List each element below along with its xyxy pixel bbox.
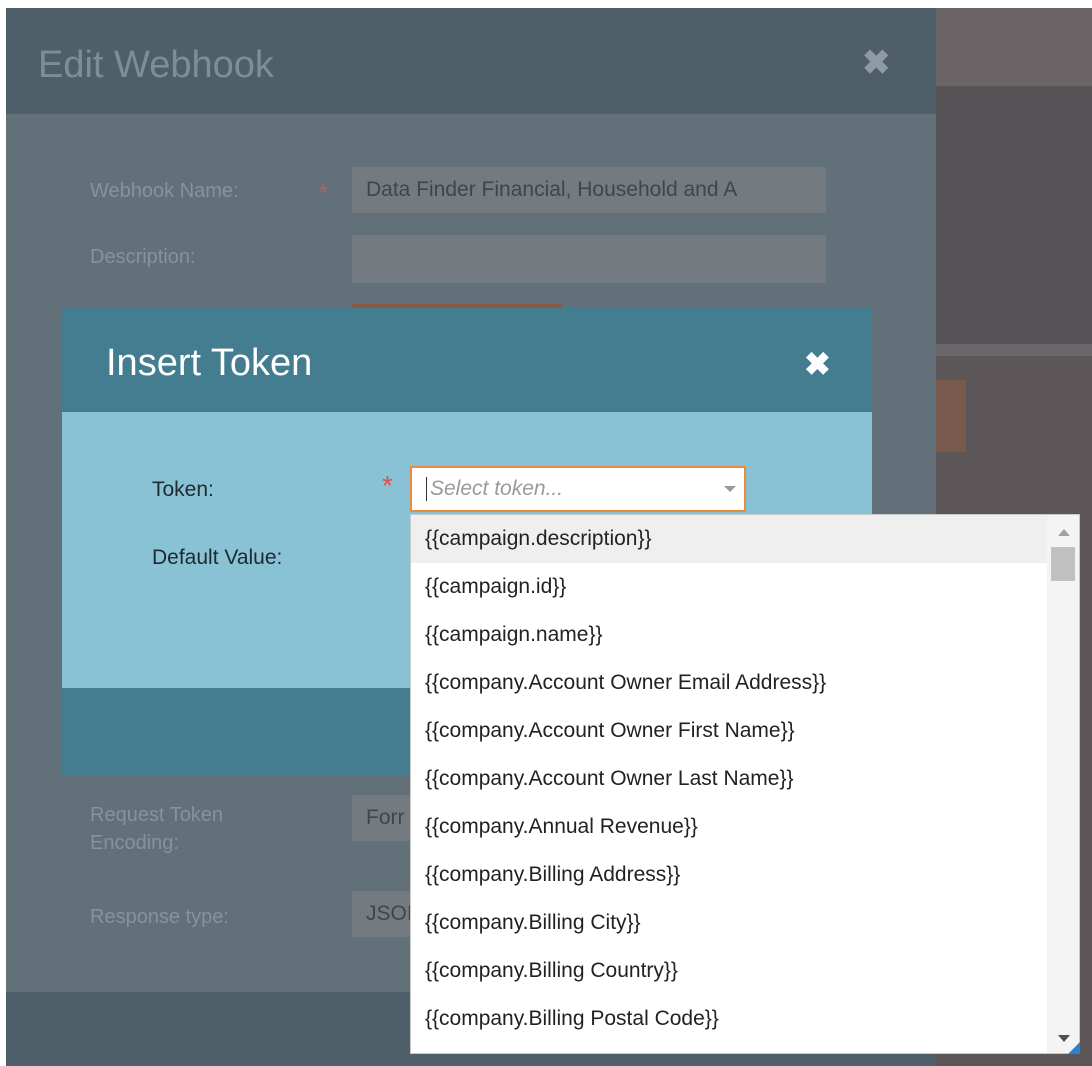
response-type-select[interactable]: JSOI bbox=[352, 891, 412, 937]
insert-token-header: Insert Token ✖ bbox=[62, 308, 872, 412]
token-option[interactable]: {{campaign.description}} bbox=[411, 515, 1047, 563]
token-option[interactable]: {{campaign.name}} bbox=[411, 611, 1047, 659]
request-token-encoding-select[interactable]: Forr bbox=[352, 795, 412, 841]
background-button bbox=[936, 380, 966, 452]
token-label: Token: bbox=[152, 478, 214, 501]
token-dropdown: {{campaign.description}} {{campaign.id}}{… bbox=[410, 514, 1080, 1054]
background-divider bbox=[936, 344, 1092, 356]
required-star: * bbox=[382, 470, 393, 501]
token-option[interactable]: {{company.Annual Revenue}} bbox=[411, 803, 1047, 851]
scrollbar-thumb[interactable] bbox=[1051, 547, 1075, 581]
scroll-down-icon[interactable] bbox=[1058, 1035, 1070, 1042]
edit-webhook-header: Edit Webhook ✖ bbox=[6, 8, 936, 114]
request-token-encoding-label-line1: Request Token bbox=[90, 804, 224, 826]
token-select[interactable]: Select token... bbox=[410, 466, 746, 512]
token-option[interactable]: {{company.Account Owner First Name}} bbox=[411, 707, 1047, 755]
token-option[interactable]: {{company.Account Owner Email Address}} bbox=[411, 659, 1047, 707]
resize-grip-icon[interactable] bbox=[1068, 1042, 1080, 1054]
token-select-placeholder: Select token... bbox=[430, 477, 564, 500]
token-option[interactable]: {{campaign.id}} bbox=[411, 563, 1047, 611]
response-type-label: Response type: bbox=[90, 906, 229, 928]
required-star: * bbox=[318, 178, 329, 208]
edit-webhook-title: Edit Webhook bbox=[38, 44, 274, 86]
close-icon[interactable]: ✖ bbox=[804, 348, 831, 380]
webhook-name-label: Webhook Name: bbox=[90, 180, 239, 202]
scroll-up-icon[interactable] bbox=[1058, 529, 1070, 536]
background-header-band bbox=[936, 8, 1092, 86]
text-cursor bbox=[426, 477, 427, 501]
default-value-label: Default Value: bbox=[152, 546, 283, 569]
request-token-encoding-label-line2: Encoding: bbox=[90, 832, 179, 854]
token-option[interactable]: {{company.Billing Country}} bbox=[411, 947, 1047, 995]
token-option[interactable]: {{company.Billing City}} bbox=[411, 899, 1047, 947]
chevron-down-icon[interactable] bbox=[724, 486, 736, 492]
token-option[interactable]: {{company.Billing Postal Code}} bbox=[411, 995, 1047, 1043]
description-input[interactable] bbox=[352, 235, 826, 283]
token-option[interactable]: {{company.Billing Address}} bbox=[411, 851, 1047, 899]
insert-token-title: Insert Token bbox=[106, 342, 313, 384]
token-option[interactable]: {{company.Account Owner Last Name}} bbox=[411, 755, 1047, 803]
token-option-list: {{campaign.description}} {{campaign.id}}{… bbox=[411, 515, 1047, 1043]
close-icon[interactable]: ✖ bbox=[862, 46, 891, 80]
background-panel bbox=[936, 86, 1092, 344]
webhook-name-input[interactable]: Data Finder Financial, Household and A bbox=[352, 167, 826, 213]
description-label: Description: bbox=[90, 246, 196, 268]
dropdown-scrollbar[interactable] bbox=[1047, 515, 1079, 1053]
